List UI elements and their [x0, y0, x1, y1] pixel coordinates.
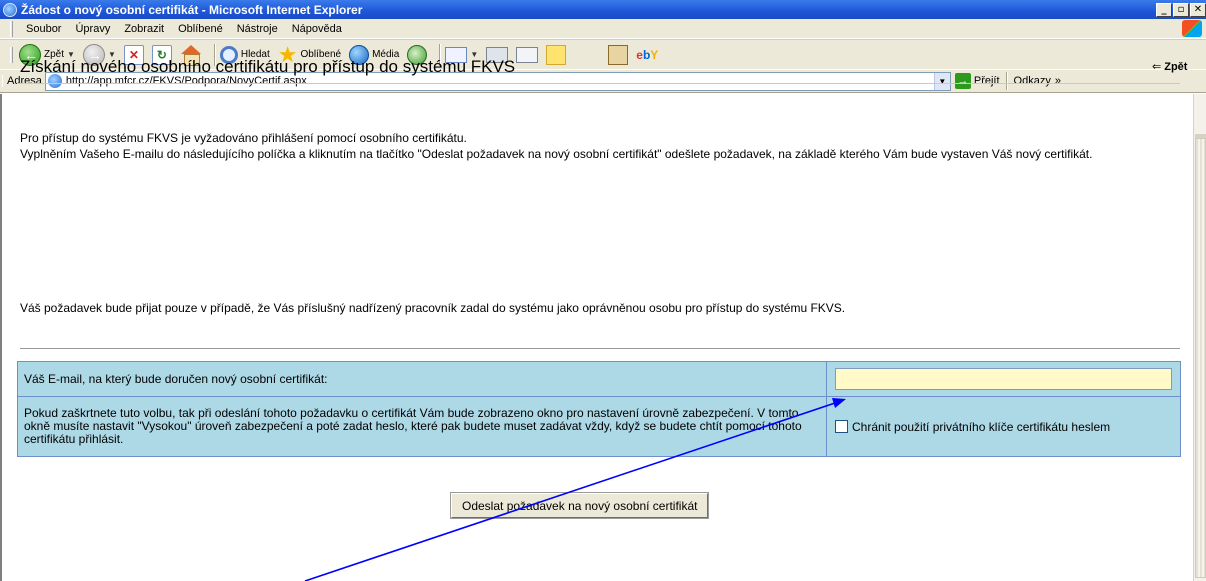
toolbar-grip[interactable] — [10, 20, 13, 37]
windows-logo-icon — [1182, 20, 1202, 37]
submit-request-button[interactable]: Odeslat požadavek na nový osobní certifi… — [449, 492, 710, 519]
protect-description: Pokud zaškrtnete tuto volbu, tak při ode… — [17, 396, 827, 457]
menu-oblibene[interactable]: Oblíbené — [171, 23, 230, 35]
go-button[interactable]: → Přejít — [954, 73, 1000, 89]
email-field[interactable] — [835, 368, 1172, 390]
instructions-paragraph: Vyplněním Vašeho E-mailu do následujícíh… — [20, 147, 1093, 161]
vertical-scrollbar[interactable] — [1193, 94, 1206, 581]
scrollbar-thumb[interactable] — [1195, 138, 1206, 578]
back-link-label[interactable]: Zpět — [1164, 61, 1187, 73]
intro-paragraph: Pro přístup do systému FKVS je vyžadován… — [20, 131, 467, 145]
internet-explorer-icon — [3, 2, 17, 17]
toolbar-grip[interactable] — [10, 46, 13, 63]
menu-soubor[interactable]: Soubor — [19, 23, 68, 35]
research-icon — [608, 44, 629, 65]
protect-cell: Chránit použití privátního klíče certifi… — [826, 396, 1181, 457]
go-label: Přejít — [973, 75, 1000, 87]
menu-napoveda[interactable]: Nápověda — [285, 23, 349, 35]
menu-bar: Soubor Úpravy Zobrazit Oblíbené Nástroje… — [0, 19, 1206, 39]
go-arrow-icon: → — [954, 73, 971, 89]
window-title-bar: Žádost o nový osobní certifikát - Micros… — [0, 0, 1206, 19]
edit-icon — [516, 46, 539, 63]
protect-checkbox-label[interactable]: Chránit použití privátního klíče certifi… — [852, 420, 1110, 434]
window-controls: _ ▫ ✕ — [1156, 2, 1206, 17]
title-divider — [17, 83, 1180, 84]
back-link[interactable]: ⇐ Zpět — [1152, 60, 1187, 73]
chevron-down-icon[interactable]: ▼ — [933, 72, 950, 90]
menu-upravy[interactable]: Úpravy — [68, 23, 117, 35]
menu-nastroje[interactable]: Nástroje — [230, 23, 285, 35]
email-label: Váš E-mail, na který bude doručen nový o… — [17, 361, 827, 397]
protect-key-checkbox[interactable] — [835, 420, 848, 433]
ebay-icon: ebY — [636, 47, 659, 62]
section-divider — [20, 348, 1180, 349]
links-chevron-icon[interactable]: » — [1055, 75, 1061, 87]
notice-paragraph: Váš požadavek bude přijat pouze v případ… — [20, 301, 846, 315]
certificate-request-form: Váš E-mail, na který bude doručen nový o… — [17, 361, 1181, 457]
window-title: Žádost o nový osobní certifikát - Micros… — [21, 2, 363, 17]
back-arrow-icon: ⇐ — [1152, 61, 1162, 73]
close-button[interactable]: ✕ — [1190, 2, 1206, 17]
research-button[interactable] — [608, 44, 629, 65]
minimize-button[interactable]: _ — [1156, 2, 1172, 17]
edit-button[interactable] — [516, 46, 539, 63]
menu-zobrazit[interactable]: Zobrazit — [117, 23, 171, 35]
discuss-button[interactable] — [546, 44, 567, 65]
protect-row: Pokud zaškrtnete tuto volbu, tak při ode… — [17, 396, 1181, 457]
toolbar-separator — [1005, 72, 1008, 90]
protect-checkbox-wrapper[interactable]: Chránit použití privátního klíče certifi… — [835, 420, 1172, 434]
email-row: Váš E-mail, na který bude doručen nový o… — [17, 361, 1181, 397]
email-cell — [826, 361, 1181, 397]
links-button[interactable]: Odkazy — [1014, 75, 1051, 87]
maximize-button[interactable]: ▫ — [1173, 2, 1189, 17]
page-title: Získání nového osobního certifikátu pro … — [20, 57, 516, 76]
note-icon — [546, 44, 567, 65]
ebay-button[interactable]: ebY — [636, 48, 658, 62]
